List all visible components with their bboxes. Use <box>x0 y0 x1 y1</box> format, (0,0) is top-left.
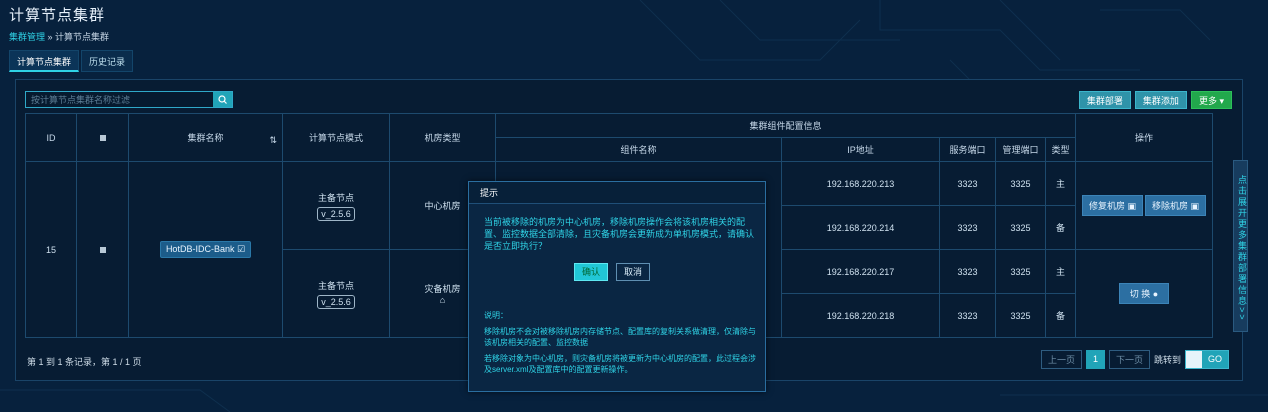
repair-room-button[interactable]: 修复机房 ▣ <box>1081 195 1143 216</box>
prev-page-button[interactable]: 上一页 <box>1040 350 1082 369</box>
jump-label: 跳转到 <box>1153 355 1181 365</box>
tab-compute-cluster[interactable]: 计算节点集群 <box>9 50 80 72</box>
remove-room-button[interactable]: 移除机房 ▣ <box>1145 195 1207 216</box>
row-name: HotDB-IDC-Bank ☑ <box>128 161 283 338</box>
cluster-deploy-button[interactable]: 集群部署 <box>1078 91 1131 109</box>
col-select <box>76 113 129 162</box>
version-tag: v_2.5.6 <box>317 294 355 309</box>
repair-label: 修复机房 <box>1088 201 1125 211</box>
mode-label: 主备节点 <box>317 192 354 203</box>
ip-cell: 192.168.220.213 <box>781 161 940 206</box>
tab-bar: 计算节点集群 历史记录 <box>9 50 134 72</box>
cluster-name-link[interactable]: HotDB-IDC-Bank ☑ <box>159 241 252 258</box>
breadcrumb-link[interactable]: 集群管理 <box>9 32 45 42</box>
ops-cell: 修复机房 ▣ 移除机房 ▣ <box>1075 161 1213 250</box>
service-port-cell: 3323 <box>939 205 996 250</box>
jump-control: GO <box>1184 350 1229 369</box>
breadcrumb-current: 计算节点集群 <box>55 32 110 42</box>
col-ip: IP地址 <box>781 137 940 162</box>
search-input[interactable] <box>26 92 213 107</box>
ops-cell: 切 换 ● <box>1075 249 1213 338</box>
select-all-checkbox[interactable] <box>99 134 106 141</box>
search-box <box>25 91 233 108</box>
dialog-note: 说明： 移除机房不会对被移除机房内存储节点、配置库的复制关系做清理，仅清除与该机… <box>484 310 756 380</box>
type-cell: 主 <box>1045 249 1076 294</box>
dialog-title: 提示 <box>469 182 765 204</box>
row-select <box>76 161 129 338</box>
manage-port-cell: 3325 <box>995 249 1046 294</box>
manage-port-cell: 3325 <box>995 293 1046 338</box>
go-button[interactable]: GO <box>1201 351 1228 368</box>
type-cell: 备 <box>1045 293 1076 338</box>
edit-icon: ☑ <box>236 244 246 254</box>
version-tag: v_2.5.6 <box>317 206 355 221</box>
col-name-label: 集群名称 <box>187 133 224 143</box>
jump-page-input[interactable] <box>1185 351 1202 368</box>
tab-history[interactable]: 历史记录 <box>81 50 134 72</box>
ip-cell: 192.168.220.214 <box>781 205 940 250</box>
confirm-button[interactable]: 确认 <box>574 263 609 281</box>
note-title: 说明： <box>484 311 508 320</box>
col-ops: 操作 <box>1075 113 1213 162</box>
manage-port-cell: 3325 <box>995 205 1046 250</box>
note-2: 若移除对象为中心机房，则灾备机房将被更新为中心机房的配置，此过程会涉及serve… <box>484 354 756 374</box>
ip-cell: 192.168.220.217 <box>781 249 940 294</box>
confirm-dialog: 提示 当前被移除的机房为中心机房，移除机房操作会将该机房相关的配置、监控数据全部… <box>468 181 766 392</box>
cluster-add-button[interactable]: 集群添加 <box>1134 91 1187 109</box>
col-name: 集群名称 ⇅ <box>128 113 283 162</box>
breadcrumb-separator: » <box>45 32 56 42</box>
more-label: 更多 <box>1198 96 1217 106</box>
more-button[interactable]: 更多 ▾ <box>1190 91 1232 109</box>
service-port-cell: 3323 <box>939 249 996 294</box>
page-title: 计算节点集群 <box>9 7 106 24</box>
col-id: ID <box>25 113 77 162</box>
page-header: 计算节点集群 集群管理 » 计算节点集群 <box>9 4 109 43</box>
toolbar: 集群部署 集群添加 更多 ▾ <box>1078 91 1232 109</box>
mode-label: 主备节点 <box>317 280 354 291</box>
row-checkbox[interactable] <box>99 246 106 253</box>
caret-down-icon: ▾ <box>1219 96 1224 106</box>
col-room-type: 机房类型 <box>389 113 496 162</box>
sort-icon[interactable]: ⇅ <box>269 135 277 146</box>
row-id: 15 <box>25 161 77 338</box>
current-page[interactable]: 1 <box>1085 350 1105 369</box>
search-button[interactable] <box>213 92 232 107</box>
switch-label: 切 换 <box>1129 289 1151 299</box>
switch-button[interactable]: 切 换 ● <box>1118 283 1170 304</box>
dialog-message: 当前被移除的机房为中心机房，移除机房操作会将该机房相关的配置、监控数据全部清除，… <box>484 217 755 251</box>
mode-cell: 主备节点 v_2.5.6 <box>282 249 390 338</box>
breadcrumb: 集群管理 » 计算节点集群 <box>9 30 109 43</box>
col-manage-port: 管理端口 <box>995 137 1046 162</box>
type-cell: 备 <box>1045 205 1076 250</box>
col-mode: 计算节点模式 <box>282 113 390 162</box>
search-icon <box>218 95 227 104</box>
manage-port-cell: 3325 <box>995 161 1046 206</box>
cluster-name: HotDB-IDC-Bank <box>165 244 235 254</box>
remove-label: 移除机房 <box>1152 201 1189 211</box>
cancel-button[interactable]: 取消 <box>616 263 651 281</box>
col-type: 类型 <box>1045 137 1076 162</box>
expand-more-tab[interactable]: 点击展开更多集群部署信息>> <box>1233 160 1248 332</box>
col-service-port: 服务端口 <box>939 137 996 162</box>
mode-cell: 主备节点 v_2.5.6 <box>282 161 390 250</box>
service-port-cell: 3323 <box>939 161 996 206</box>
service-port-cell: 3323 <box>939 293 996 338</box>
pagination: 上一页 1 下一页 跳转到 GO <box>1040 350 1229 369</box>
ip-cell: 192.168.220.218 <box>781 293 940 338</box>
note-1: 移除机房不会对被移除机房内存储节点、配置库的复制关系做清理，仅清除与该机房相关的… <box>484 327 756 347</box>
col-component-name: 组件名称 <box>495 137 782 162</box>
dialog-buttons: 确认 取消 <box>574 263 651 281</box>
type-cell: 主 <box>1045 161 1076 206</box>
col-component-group: 集群组件配置信息 <box>495 113 1076 138</box>
next-page-button[interactable]: 下一页 <box>1108 350 1150 369</box>
pagination-info: 第 1 到 1 条记录，第 1 / 1 页 <box>27 357 142 367</box>
